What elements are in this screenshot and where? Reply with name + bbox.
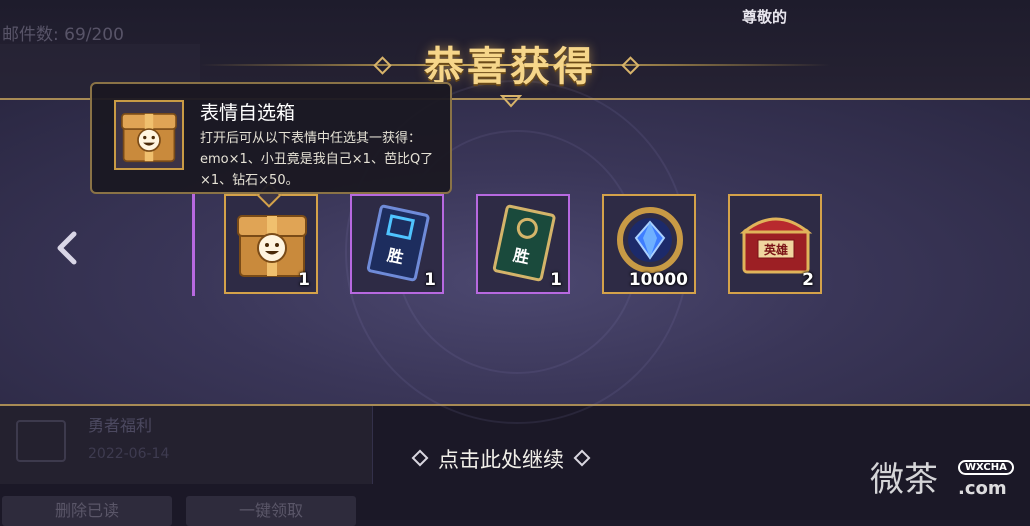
item-quantity: 2 xyxy=(802,270,814,290)
tooltip-item-name: 表情自选箱 xyxy=(200,102,296,124)
reward-item-hero-chest[interactable]: 英雄 2 xyxy=(728,194,822,294)
delete-read-button: 删除已读 xyxy=(2,496,172,526)
hero-chest-icon: 英雄 xyxy=(739,217,813,274)
envelope-icon xyxy=(16,420,66,462)
item-quantity: 1 xyxy=(424,270,436,290)
background-mail-title: 勇者福利 xyxy=(88,416,153,435)
diamond-right-icon xyxy=(573,449,591,467)
item-tooltip: 表情自选箱 打开后可从以下表情中任选其一获得：emo×1、小丑竟是我自己×1、芭… xyxy=(90,82,452,194)
watermark-text: 微茶 xyxy=(870,460,938,500)
watermark-badge: WXCHA xyxy=(958,460,1014,475)
continue-label: 点击此处继续 xyxy=(438,448,564,472)
diamond-left-icon xyxy=(411,449,429,467)
tooltip-item-icon xyxy=(114,100,184,170)
claim-all-button: 一键领取 xyxy=(186,496,356,526)
mail-count: 邮件数: 69/200 xyxy=(2,25,124,45)
partial-item-edge xyxy=(192,194,195,296)
item-quantity: 10000 xyxy=(628,270,688,290)
watermark-domain: .com xyxy=(958,478,1007,499)
previous-arrow-icon[interactable] xyxy=(52,230,80,266)
chest-label: 英雄 xyxy=(764,242,788,257)
reward-item-victory-card-blue[interactable]: 胜 1 xyxy=(350,194,444,294)
background-mail-date: 2022-06-14 xyxy=(88,446,170,462)
emote-chest-icon xyxy=(121,112,177,163)
continue-prompt[interactable]: 点击此处继续 xyxy=(402,444,600,474)
reward-item-emote-chest[interactable]: 1 xyxy=(224,194,318,294)
item-quantity: 1 xyxy=(298,270,310,290)
reward-item-diamond[interactable]: 10000 xyxy=(602,194,696,294)
diamond-icon xyxy=(617,207,683,273)
item-quantity: 1 xyxy=(550,270,562,290)
mail-greeting: 尊敬的 xyxy=(742,8,788,26)
reward-item-victory-card-green[interactable]: 胜 1 xyxy=(476,194,570,294)
tooltip-item-description: 打开后可从以下表情中任选其一获得：emo×1、小丑竟是我自己×1、芭比Q了×1、… xyxy=(200,131,434,188)
title-pointer-icon xyxy=(500,95,522,108)
